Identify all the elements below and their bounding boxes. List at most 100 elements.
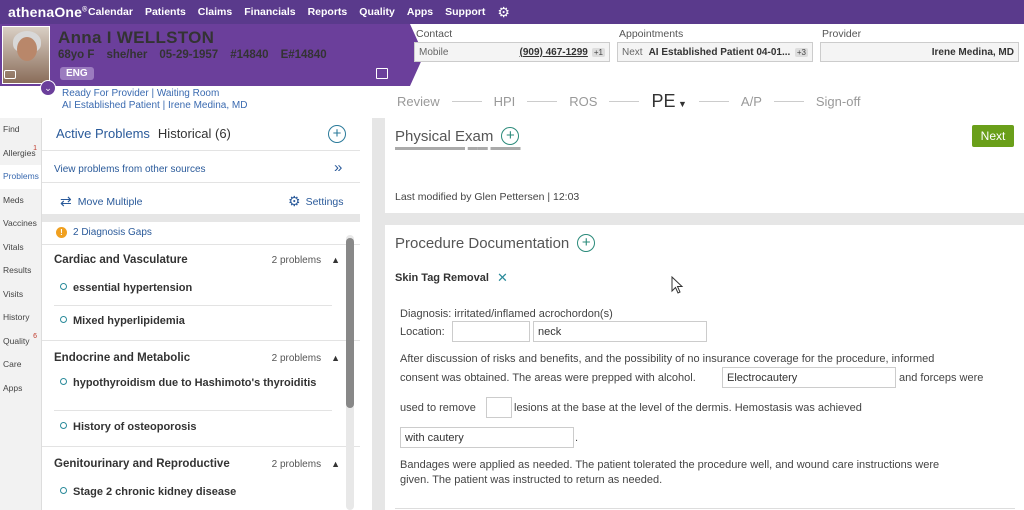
tab-historical[interactable]: Historical (6) (158, 126, 231, 141)
category-header-genitourinary[interactable]: Genitourinary and Reproductive 2 problem… (54, 458, 340, 470)
nav-claims[interactable]: Claims (198, 6, 232, 18)
next-button[interactable]: Next (972, 125, 1014, 147)
problem-item[interactable]: hypothyroidism due to Hashimoto's thyroi… (60, 376, 330, 391)
tab-review[interactable]: Review (397, 94, 440, 109)
add-problem-icon[interactable]: + (328, 125, 346, 143)
sidebar-item-history[interactable]: History (0, 306, 41, 330)
nav-reports[interactable]: Reports (308, 6, 348, 18)
truncated-text: ▬▬▬▬▬▬▬ ▬▬ ▬▬▬ (395, 147, 521, 153)
appointments-more-badge[interactable]: +3 (794, 47, 808, 57)
procedure-title: Procedure Documentation (395, 234, 570, 252)
category-count-wrap: 2 problems ▲ (272, 255, 340, 266)
problem-item[interactable]: Mixed hyperlipidemia (60, 314, 330, 329)
nav-quality[interactable]: Quality (359, 6, 395, 18)
sidebar-item-find[interactable]: Find (0, 118, 41, 142)
sidebar-item-vaccines[interactable]: Vaccines (0, 212, 41, 236)
chevron-down-icon[interactable]: ⌄ (40, 80, 56, 96)
category-count-wrap: 2 problems ▲ (272, 459, 340, 470)
sidebar-item-vitals[interactable]: Vitals (0, 236, 41, 260)
nav-calendar[interactable]: Calendar (88, 6, 133, 18)
location-site-input[interactable] (533, 321, 707, 342)
sidebar-item-results[interactable]: Results (0, 259, 41, 283)
problem-item[interactable]: essential hypertension (60, 281, 330, 296)
lesion-count-input[interactable] (486, 397, 512, 418)
tab-separator (609, 100, 640, 102)
appointments-field[interactable]: Next AI Established Patient 04-01... +3 (617, 42, 813, 62)
category-name: Endocrine and Metabolic (54, 352, 191, 364)
tab-hpi[interactable]: HPI (494, 94, 516, 109)
appointment-next[interactable]: AI Established Patient 04-01... (649, 47, 791, 58)
removal-method-input[interactable] (722, 367, 896, 388)
category-header-cardiac[interactable]: Cardiac and Vasculature 2 problems ▲ (54, 254, 340, 266)
caret-up-icon[interactable]: ▲ (331, 353, 340, 363)
tab-ros[interactable]: ROS (569, 94, 597, 109)
provider-field[interactable]: Irene Medina, MD (820, 42, 1019, 62)
scrollbar-thumb[interactable] (346, 238, 354, 408)
category-count: 2 problems (271, 458, 322, 470)
sidebar-count: 1 (33, 144, 37, 152)
settings-button[interactable]: ⚙ Settings (288, 193, 344, 210)
settings-gear-icon[interactable]: ⚙ (497, 4, 510, 21)
provider-name: Irene Medina, MD (931, 46, 1014, 58)
contact-label: Contact (416, 28, 453, 40)
panel-splitter[interactable] (372, 118, 385, 510)
sidebar-item-allergies[interactable]: Allergies 1 (0, 142, 41, 166)
period-text: . (575, 432, 579, 444)
add-procedure-icon[interactable]: + (577, 234, 596, 252)
sidebar-item-quality[interactable]: Quality 6 (0, 330, 41, 354)
tab-ap[interactable]: A/P (741, 94, 762, 109)
problem-label: hypothyroidism due to Hashimoto's thyroi… (73, 377, 317, 389)
divider (42, 446, 360, 447)
section-gap (385, 213, 1024, 225)
visit-type[interactable]: AI Established Patient | Irene Medina, M… (62, 100, 247, 112)
nav-financials[interactable]: Financials (244, 6, 295, 18)
tab-separator (698, 100, 729, 102)
procedure-name: Skin Tag Removal (395, 272, 489, 284)
nav-support[interactable]: Support (445, 6, 485, 18)
contact-phone[interactable]: (909) 467-1299 (519, 47, 587, 58)
patient-enterprise-id: E#14840 (280, 49, 327, 61)
move-multiple-button[interactable]: ⇄ Move Multiple (60, 193, 143, 210)
problem-item[interactable]: History of osteoporosis (60, 420, 330, 435)
tab-sign-off[interactable]: Sign-off (816, 94, 861, 109)
encounter-content: Physical Exam + Next ▬▬▬▬▬▬▬ ▬▬ ▬▬▬ Last… (385, 118, 1024, 510)
notes-icon[interactable] (376, 68, 388, 79)
location-side-input[interactable] (452, 321, 530, 342)
tab-active-problems[interactable]: Active Problems (56, 126, 150, 141)
add-physical-exam-icon[interactable]: + (501, 127, 520, 145)
athenaone-logo[interactable]: athenaOne® (0, 4, 87, 20)
sidebar-item-apps[interactable]: Apps (0, 377, 41, 401)
procedure-item-header: Skin Tag Removal ✕ (395, 270, 508, 286)
contact-more-badge[interactable]: +1 (591, 47, 605, 57)
sidebar-item-visits[interactable]: Visits (0, 283, 41, 307)
patient-demographics: 68yo F she/her 05-29-1957 #14840 E#14840 (58, 49, 327, 61)
sidebar-item-label: Apps (3, 382, 23, 393)
hemostasis-method-input[interactable] (400, 427, 574, 448)
gear-icon: ⚙ (288, 193, 301, 209)
double-chevron-right-icon[interactable]: » (334, 159, 342, 176)
tab-pe[interactable]: PE ▼ (651, 91, 686, 112)
encounter-tabs: Review HPI ROS PE ▼ A/P Sign-off (385, 88, 1024, 114)
sidebar-item-label: Meds (3, 194, 24, 205)
tab-separator (527, 100, 558, 102)
category-header-endocrine[interactable]: Endocrine and Metabolic 2 problems ▲ (54, 352, 340, 364)
nav-patients[interactable]: Patients (145, 6, 186, 18)
sidebar-item-label: Care (3, 359, 22, 369)
diagnosis-gaps-link[interactable]: ! 2 Diagnosis Gaps (56, 227, 152, 238)
caret-up-icon[interactable]: ▲ (331, 255, 340, 265)
view-other-sources-link[interactable]: View problems from other sources (54, 164, 206, 175)
contact-field[interactable]: Mobile (909) 467-1299 +1 (414, 42, 610, 62)
sidebar-item-label: Results (3, 265, 32, 275)
nav-apps[interactable]: Apps (407, 6, 433, 18)
camera-icon[interactable] (4, 70, 16, 79)
remove-procedure-icon[interactable]: ✕ (497, 270, 508, 286)
sidebar-item-meds[interactable]: Meds (0, 189, 41, 213)
problem-label: essential hypertension (73, 282, 193, 294)
sidebar-item-problems[interactable]: Problems (0, 165, 41, 189)
sidebar-item-care[interactable]: Care (0, 353, 41, 377)
caret-up-icon[interactable]: ▲ (331, 459, 340, 469)
problem-item[interactable]: Stage 2 chronic kidney disease (60, 485, 330, 500)
problem-dot-icon (60, 422, 67, 429)
visit-status[interactable]: Ready For Provider | Waiting Room (62, 88, 247, 100)
mouse-cursor-icon (671, 276, 684, 294)
